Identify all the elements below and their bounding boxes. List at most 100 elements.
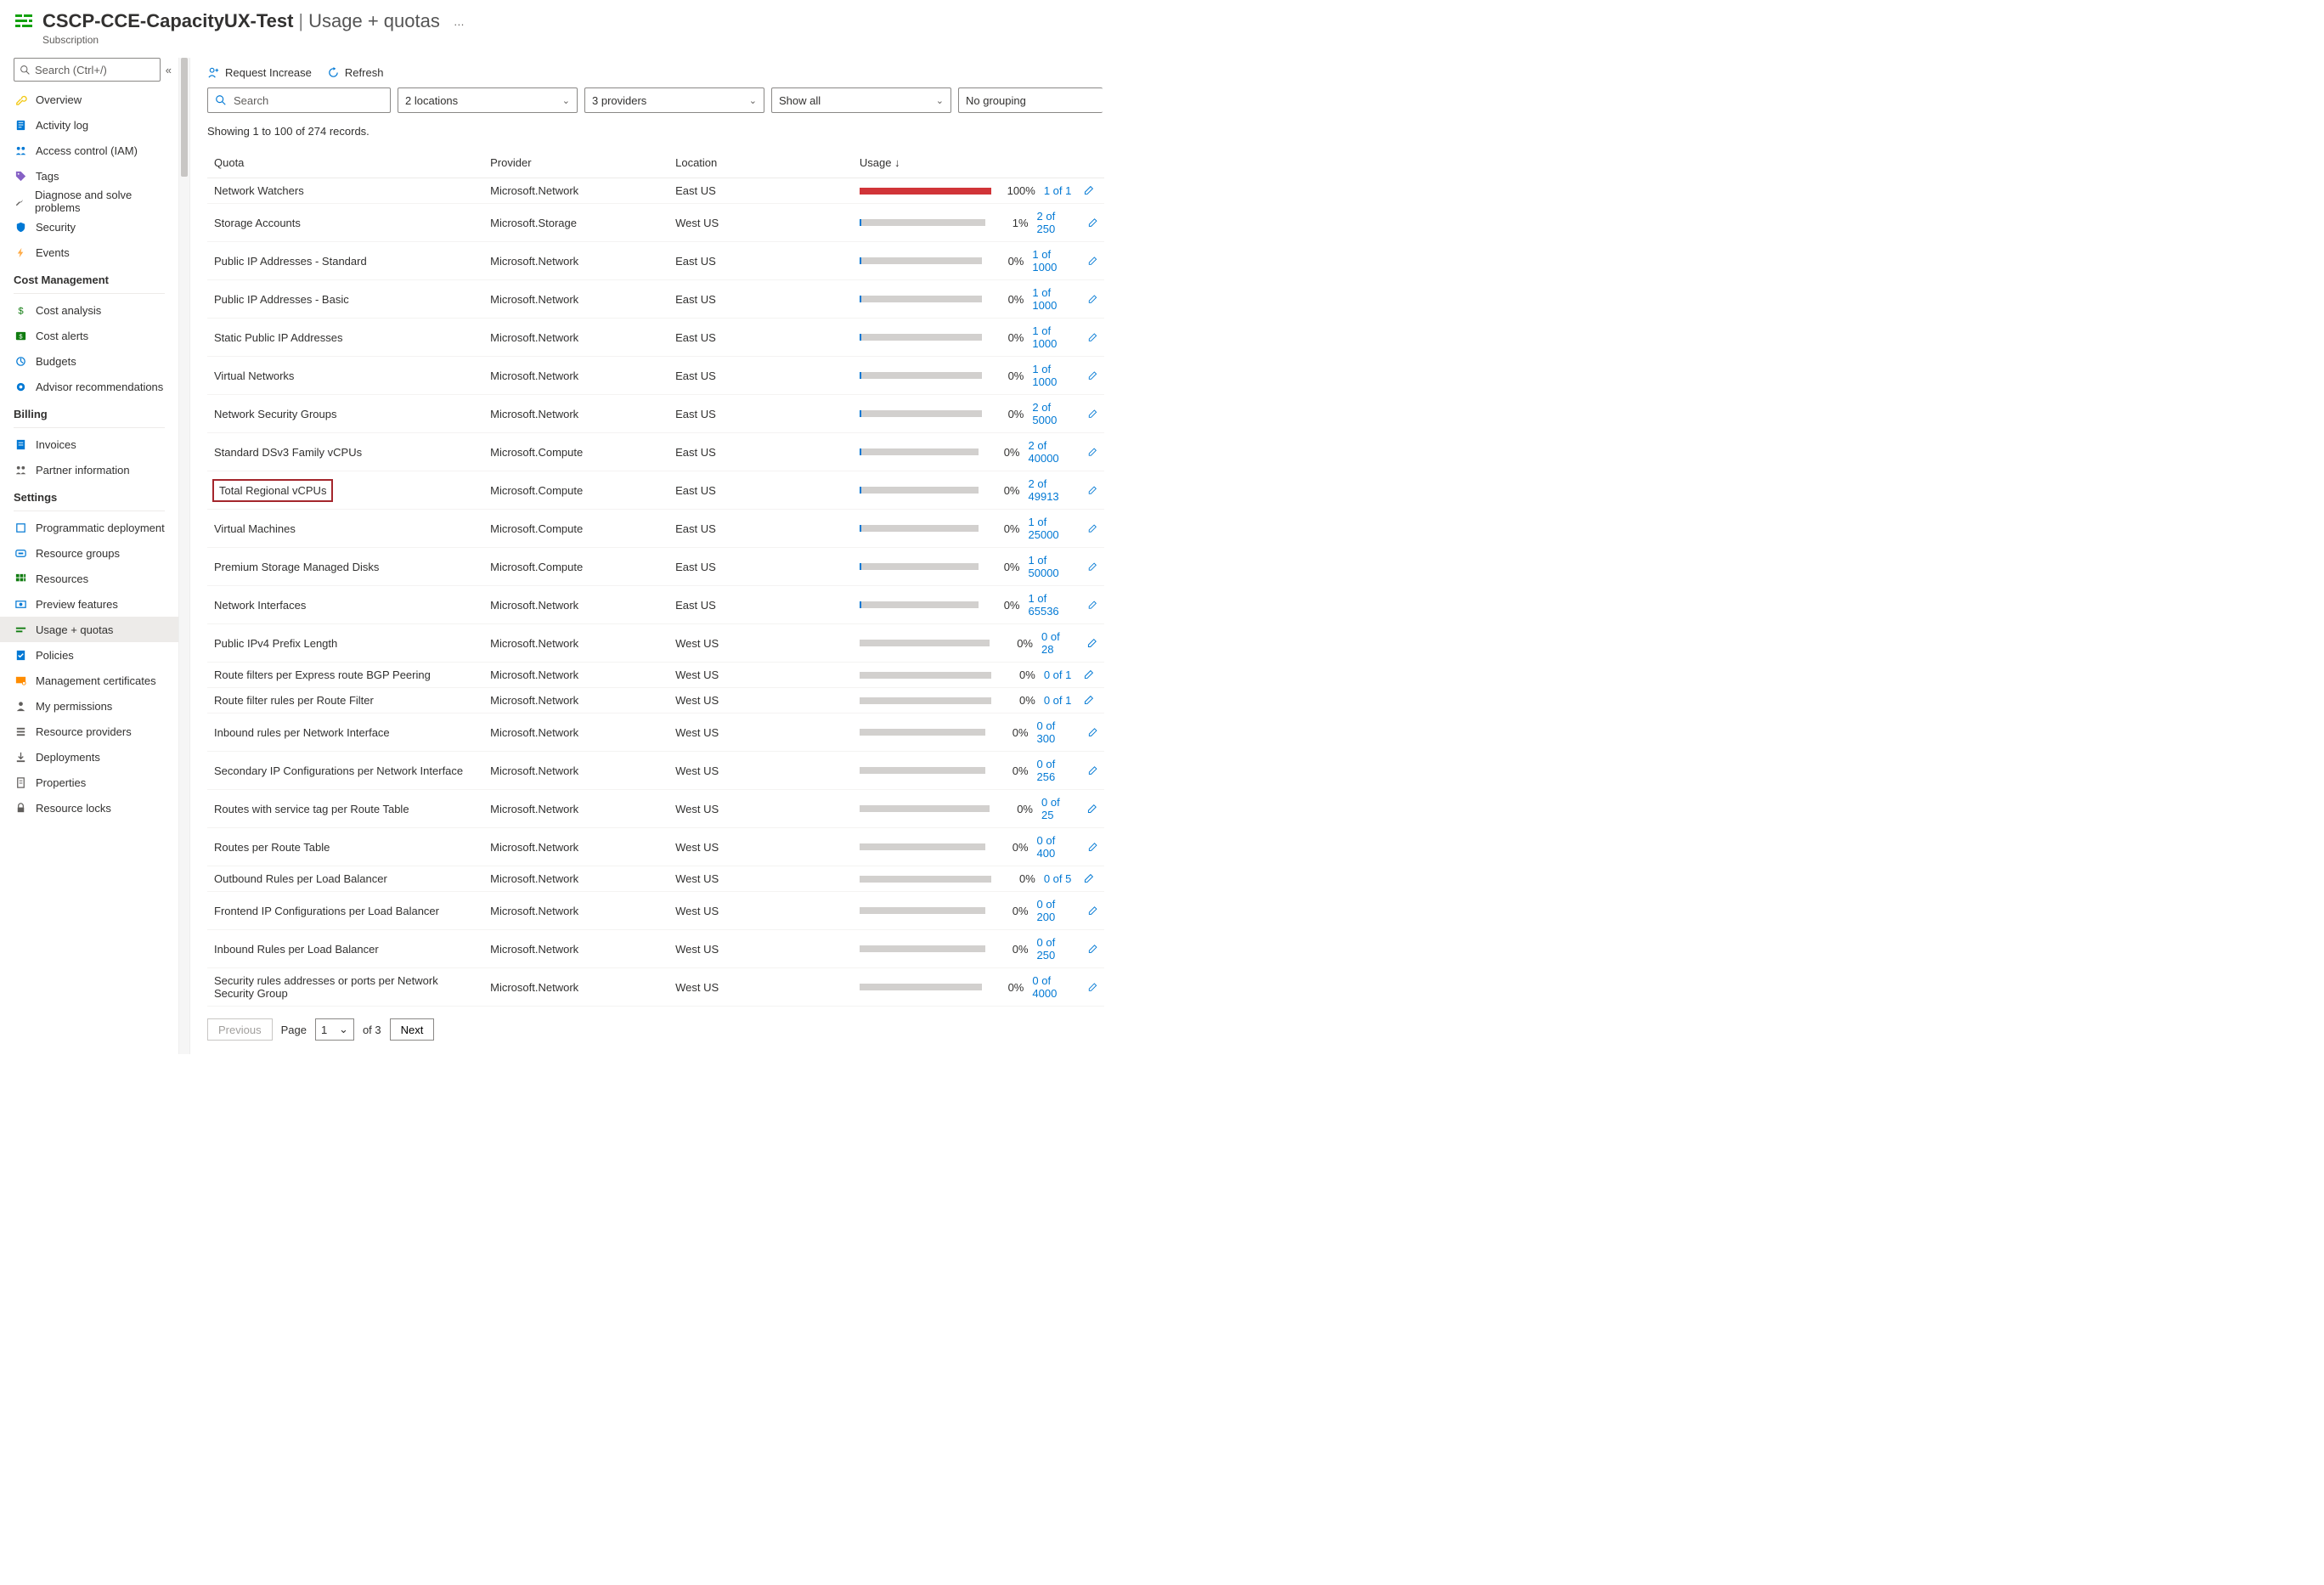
sidebar-item[interactable]: Access control (IAM) xyxy=(0,138,178,163)
sidebar-item[interactable]: Deployments xyxy=(0,744,178,770)
quota-link[interactable]: 0 of 300 xyxy=(1037,719,1075,745)
table-row[interactable]: Network WatchersMicrosoft.NetworkEast US… xyxy=(207,178,1104,204)
quota-link[interactable]: 1 of 1000 xyxy=(1032,286,1075,312)
quota-link[interactable]: 1 of 1000 xyxy=(1032,363,1075,388)
sidebar-item[interactable]: Usage + quotas xyxy=(0,617,178,642)
edit-icon[interactable] xyxy=(1087,447,1097,458)
edit-icon[interactable] xyxy=(1087,523,1097,534)
quota-link[interactable]: 0 of 28 xyxy=(1041,630,1075,656)
sidebar-item[interactable]: Events xyxy=(0,240,178,265)
sidebar-item[interactable]: Diagnose and solve problems xyxy=(0,189,178,214)
sidebar-scrollbar[interactable] xyxy=(178,58,190,1054)
edit-icon[interactable] xyxy=(1087,982,1097,993)
edit-icon[interactable] xyxy=(1087,727,1097,738)
sidebar-item[interactable]: Resource groups xyxy=(0,540,178,566)
quota-link[interactable]: 2 of 250 xyxy=(1037,210,1075,235)
sidebar-item[interactable]: Resources xyxy=(0,566,178,591)
scrollbar-thumb[interactable] xyxy=(181,58,188,177)
next-button[interactable]: Next xyxy=(390,1018,435,1041)
edit-icon[interactable] xyxy=(1087,294,1097,305)
table-row[interactable]: Static Public IP AddressesMicrosoft.Netw… xyxy=(207,319,1104,357)
sidebar-item[interactable]: Resource providers xyxy=(0,719,178,744)
quota-link[interactable]: 0 of 400 xyxy=(1037,834,1075,860)
table-row[interactable]: Network InterfacesMicrosoft.NetworkEast … xyxy=(207,586,1104,624)
sidebar-item[interactable]: Advisor recommendations xyxy=(0,374,178,399)
sidebar-item[interactable]: Resource locks xyxy=(0,795,178,821)
quota-link[interactable]: 0 of 25 xyxy=(1041,796,1075,821)
table-row[interactable]: Virtual MachinesMicrosoft.ComputeEast US… xyxy=(207,510,1104,548)
quota-link[interactable]: 0 of 250 xyxy=(1037,936,1075,962)
table-row[interactable]: Total Regional vCPUsMicrosoft.ComputeEas… xyxy=(207,471,1104,510)
quota-link[interactable]: 0 of 1 xyxy=(1044,694,1072,707)
edit-icon[interactable] xyxy=(1087,765,1097,776)
sidebar-item[interactable]: Management certificates xyxy=(0,668,178,693)
edit-icon[interactable] xyxy=(1083,669,1094,680)
table-row[interactable]: Inbound Rules per Load BalancerMicrosoft… xyxy=(207,930,1104,968)
refresh-button[interactable]: Refresh xyxy=(327,66,384,79)
quota-link[interactable]: 0 of 5 xyxy=(1044,872,1072,885)
table-row[interactable]: Network Security GroupsMicrosoft.Network… xyxy=(207,395,1104,433)
quota-link[interactable]: 2 of 49913 xyxy=(1029,477,1076,503)
quota-link[interactable]: 2 of 40000 xyxy=(1029,439,1076,465)
sidebar-item[interactable]: Properties xyxy=(0,770,178,795)
edit-icon[interactable] xyxy=(1083,695,1094,706)
edit-icon[interactable] xyxy=(1087,905,1097,917)
quota-link[interactable]: 1 of 50000 xyxy=(1029,554,1076,579)
sidebar-item[interactable]: My permissions xyxy=(0,693,178,719)
quota-link[interactable]: 1 of 1 xyxy=(1044,184,1072,197)
quota-link[interactable]: 1 of 1000 xyxy=(1032,324,1075,350)
column-header-quota[interactable]: Quota xyxy=(207,148,483,178)
sidebar-item[interactable]: Tags xyxy=(0,163,178,189)
table-row[interactable]: Outbound Rules per Load BalancerMicrosof… xyxy=(207,866,1104,892)
edit-icon[interactable] xyxy=(1086,638,1097,649)
table-row[interactable]: Frontend IP Configurations per Load Bala… xyxy=(207,892,1104,930)
table-row[interactable]: Route filters per Express route BGP Peer… xyxy=(207,663,1104,688)
sidebar-item[interactable]: Partner information xyxy=(0,457,178,482)
table-row[interactable]: Inbound rules per Network InterfaceMicro… xyxy=(207,714,1104,752)
table-row[interactable]: Storage AccountsMicrosoft.StorageWest US… xyxy=(207,204,1104,242)
sidebar-item[interactable]: Invoices xyxy=(0,432,178,457)
quota-link[interactable]: 1 of 1000 xyxy=(1032,248,1075,274)
filter-search-input[interactable]: Search xyxy=(207,87,391,113)
quota-link[interactable]: 1 of 65536 xyxy=(1029,592,1076,618)
edit-icon[interactable] xyxy=(1087,561,1097,573)
table-row[interactable]: Standard DSv3 Family vCPUsMicrosoft.Comp… xyxy=(207,433,1104,471)
table-row[interactable]: Premium Storage Managed DisksMicrosoft.C… xyxy=(207,548,1104,586)
request-increase-button[interactable]: Request Increase xyxy=(207,66,312,79)
table-row[interactable]: Public IP Addresses - BasicMicrosoft.Net… xyxy=(207,280,1104,319)
edit-icon[interactable] xyxy=(1087,842,1097,853)
sidebar-item[interactable]: Security xyxy=(0,214,178,240)
filter-grouping-dropdown[interactable]: No grouping xyxy=(958,87,1103,113)
table-row[interactable]: Public IP Addresses - StandardMicrosoft.… xyxy=(207,242,1104,280)
edit-icon[interactable] xyxy=(1087,256,1097,267)
column-header-location[interactable]: Location xyxy=(668,148,853,178)
edit-icon[interactable] xyxy=(1083,185,1094,196)
edit-icon[interactable] xyxy=(1087,332,1097,343)
previous-button[interactable]: Previous xyxy=(207,1018,273,1041)
sidebar-item[interactable]: $Cost alerts xyxy=(0,323,178,348)
table-row[interactable]: Route filter rules per Route FilterMicro… xyxy=(207,688,1104,714)
filter-locations-dropdown[interactable]: 2 locations⌄ xyxy=(398,87,578,113)
page-select[interactable]: 1 ⌄ xyxy=(315,1018,354,1041)
table-row[interactable]: Routes with service tag per Route TableM… xyxy=(207,790,1104,828)
sidebar-item[interactable]: Activity log xyxy=(0,112,178,138)
edit-icon[interactable] xyxy=(1087,409,1097,420)
edit-icon[interactable] xyxy=(1083,873,1094,884)
edit-icon[interactable] xyxy=(1087,370,1097,381)
filter-providers-dropdown[interactable]: 3 providers⌄ xyxy=(584,87,764,113)
sidebar-item[interactable]: Overview xyxy=(0,87,178,112)
table-row[interactable]: Secondary IP Configurations per Network … xyxy=(207,752,1104,790)
edit-icon[interactable] xyxy=(1087,944,1097,955)
filter-usage-dropdown[interactable]: Show all⌄ xyxy=(771,87,951,113)
table-row[interactable]: Security rules addresses or ports per Ne… xyxy=(207,968,1104,1007)
sidebar-search[interactable]: Search (Ctrl+/) xyxy=(14,58,161,82)
sidebar-item[interactable]: $Cost analysis xyxy=(0,297,178,323)
edit-icon[interactable] xyxy=(1087,600,1097,611)
edit-icon[interactable] xyxy=(1086,804,1097,815)
quota-link[interactable]: 2 of 5000 xyxy=(1032,401,1075,426)
sidebar-item[interactable]: Programmatic deployment xyxy=(0,515,178,540)
collapse-sidebar-button[interactable]: « xyxy=(166,64,172,76)
table-row[interactable]: Routes per Route TableMicrosoft.NetworkW… xyxy=(207,828,1104,866)
table-row[interactable]: Public IPv4 Prefix LengthMicrosoft.Netwo… xyxy=(207,624,1104,663)
quota-link[interactable]: 0 of 256 xyxy=(1037,758,1075,783)
